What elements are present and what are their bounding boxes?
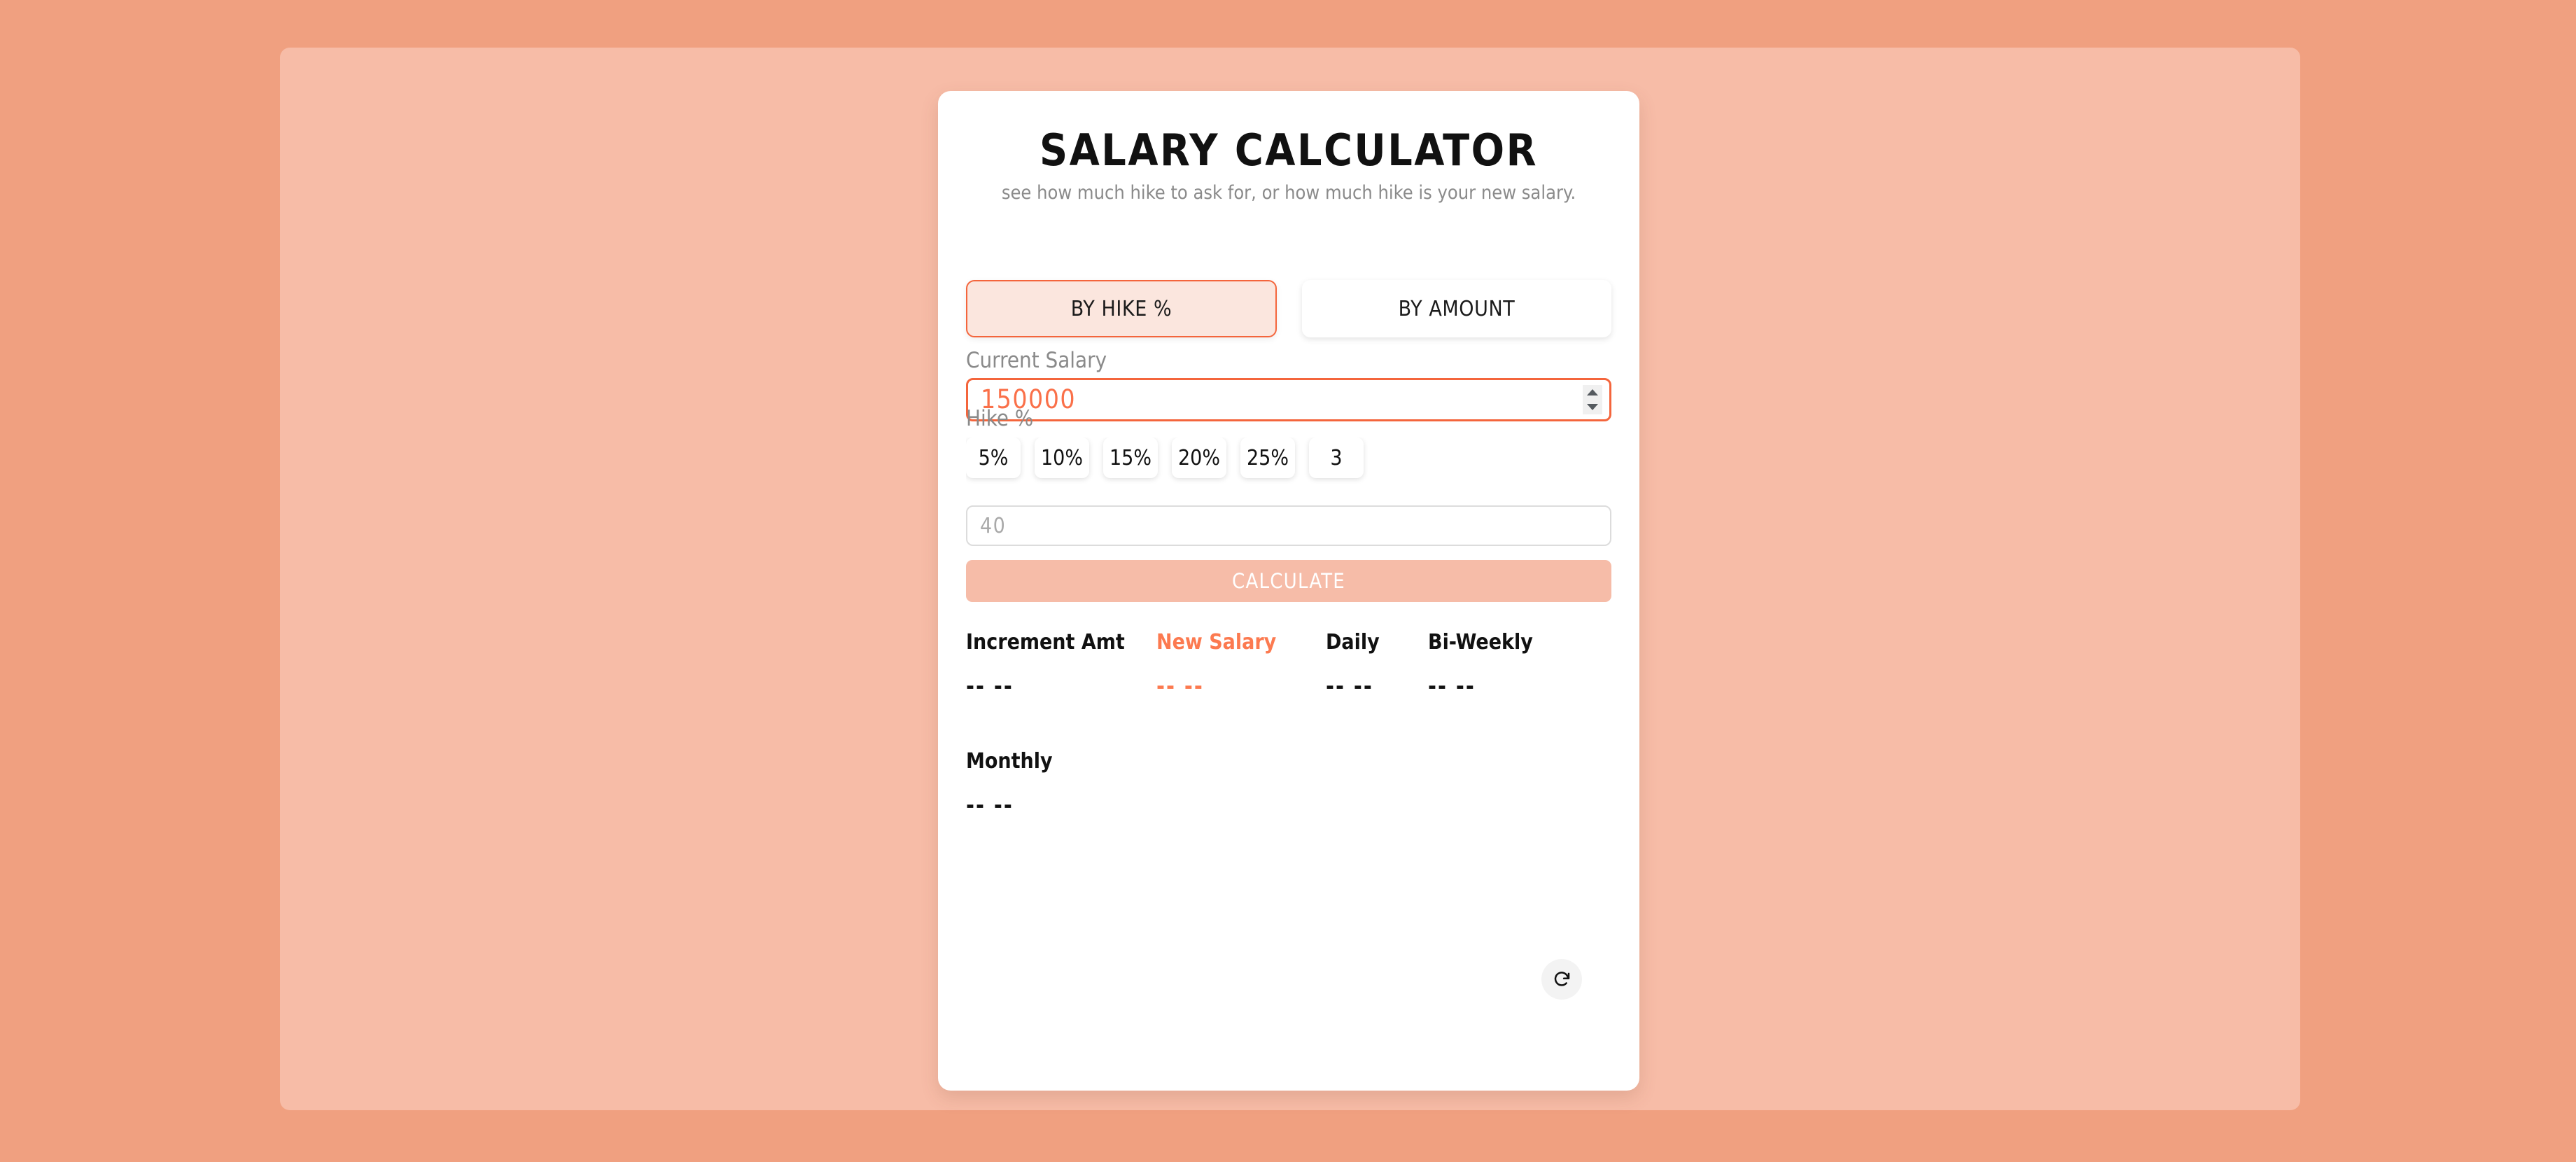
current-salary-field[interactable] (966, 378, 1611, 421)
hike-chip-label: 5% (978, 445, 1009, 470)
result-monthly: Monthly -- -- (966, 749, 1053, 818)
tab-by-hike-percent-label: BY HIKE % (1070, 296, 1172, 321)
refresh-icon (1554, 972, 1570, 986)
result-bi-weekly: Bi-Weekly -- -- (1428, 630, 1533, 699)
hike-chip-label: 10% (1041, 445, 1083, 470)
result-increment-amount-label: Increment Amt (966, 630, 1125, 654)
current-salary-input[interactable] (981, 380, 1527, 419)
result-monthly-label: Monthly (966, 749, 1053, 774)
hike-percent-label: Hike % (966, 406, 1034, 431)
card-content: SALARY CALCULATOR see how much hike to a… (938, 91, 1639, 1091)
hike-chip[interactable]: 25% (1240, 438, 1295, 478)
calculate-button[interactable]: CALCULATE (966, 560, 1611, 602)
result-daily-value: -- -- (1326, 673, 1373, 699)
page-subtitle: see how much hike to ask for, or how muc… (1001, 182, 1576, 204)
calculator-card: SALARY CALCULATOR see how much hike to a… (938, 91, 1639, 1091)
result-daily-label: Daily (1326, 630, 1380, 654)
hike-chip[interactable]: 10% (1035, 438, 1089, 478)
reset-button[interactable] (1541, 959, 1582, 1000)
app-root: SALARY CALCULATOR see how much hike to a… (0, 0, 2576, 1162)
hike-chip[interactable]: 20% (1172, 438, 1226, 478)
caret-up-icon[interactable] (1587, 389, 1598, 396)
hike-chip-label: 20% (1178, 445, 1220, 470)
hike-chip[interactable]: 3 (1309, 438, 1364, 478)
hike-percent-chip-row[interactable]: 5% 10% 15% 20% 25% 3 (966, 438, 1639, 485)
tab-by-hike-percent[interactable]: BY HIKE % (966, 280, 1277, 337)
hike-chip-label: 25% (1247, 445, 1289, 470)
result-new-salary: New Salary -- -- (1156, 630, 1276, 699)
result-monthly-value: -- -- (966, 792, 1014, 818)
result-increment-amount-value: -- -- (966, 673, 1014, 699)
current-salary-label: Current Salary (966, 348, 1107, 373)
hike-percent-custom-input[interactable] (966, 505, 1611, 546)
result-new-salary-value: -- -- (1156, 673, 1204, 699)
result-bi-weekly-label: Bi-Weekly (1428, 630, 1533, 654)
tab-by-amount-label: BY AMOUNT (1398, 296, 1516, 321)
hike-chip[interactable]: 15% (1103, 438, 1158, 478)
result-daily: Daily -- -- (1326, 630, 1380, 699)
result-new-salary-label: New Salary (1156, 630, 1277, 654)
hike-chip-label: 15% (1110, 445, 1152, 470)
hike-chip[interactable]: 5% (966, 438, 1021, 478)
result-increment-amount: Increment Amt -- -- (966, 630, 1125, 699)
current-salary-stepper[interactable] (1583, 385, 1602, 414)
tab-by-amount[interactable]: BY AMOUNT (1302, 280, 1611, 337)
page-title: SALARY CALCULATOR (1039, 125, 1539, 176)
hike-chip-label: 3 (1330, 445, 1343, 470)
mode-tab-group: BY HIKE % BY AMOUNT (966, 280, 1611, 337)
caret-down-icon[interactable] (1587, 404, 1598, 410)
result-bi-weekly-value: -- -- (1428, 673, 1476, 699)
